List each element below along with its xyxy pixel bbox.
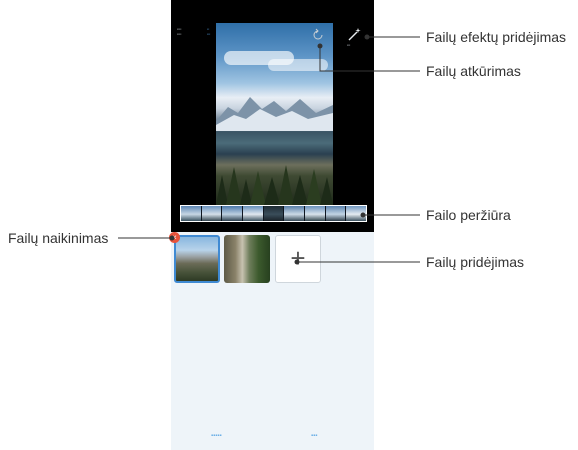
callout-effects: Failų efektų pridėjimas bbox=[426, 29, 567, 45]
preview-viewer: ▪▪▪▪ ▪▪▪▪ ▪▪ ▪▪▪ ▪▪▪ bbox=[171, 0, 374, 232]
done-button[interactable]: ▪▪▪ bbox=[311, 433, 317, 439]
delete-clip-button[interactable]: × bbox=[169, 232, 180, 243]
callout-delete: Failų naikinimas bbox=[8, 230, 109, 246]
callout-restore: Failų atkūrimas bbox=[426, 63, 521, 79]
phone-screen: ▪▪▪▪ ▪▪▪▪ ▪▪ ▪▪▪ ▪▪▪ × + ▪▪▪▪▪ ▪▪▪ bbox=[169, 0, 374, 450]
restore-icon[interactable] bbox=[311, 28, 325, 42]
top-left-link[interactable]: ▪▪ ▪▪▪ bbox=[207, 27, 210, 37]
callout-add: Failų pridėjimas bbox=[426, 254, 525, 270]
preview-image bbox=[216, 23, 333, 205]
clip-thumbnails: × + bbox=[169, 232, 374, 286]
effects-sublabel: ▪▪▪ bbox=[347, 43, 351, 47]
magic-wand-icon[interactable] bbox=[346, 27, 362, 43]
cancel-button[interactable]: ▪▪▪▪▪ bbox=[211, 433, 222, 439]
top-left-label: ▪▪▪▪ ▪▪▪▪ bbox=[177, 27, 182, 36]
clip-thumbnail-1[interactable] bbox=[174, 235, 220, 283]
clip-thumbnail-2[interactable] bbox=[224, 235, 270, 283]
add-clip-button[interactable]: + bbox=[275, 235, 321, 283]
timeline-strip[interactable] bbox=[180, 205, 367, 222]
callout-preview: Failo peržiūra bbox=[426, 207, 511, 223]
